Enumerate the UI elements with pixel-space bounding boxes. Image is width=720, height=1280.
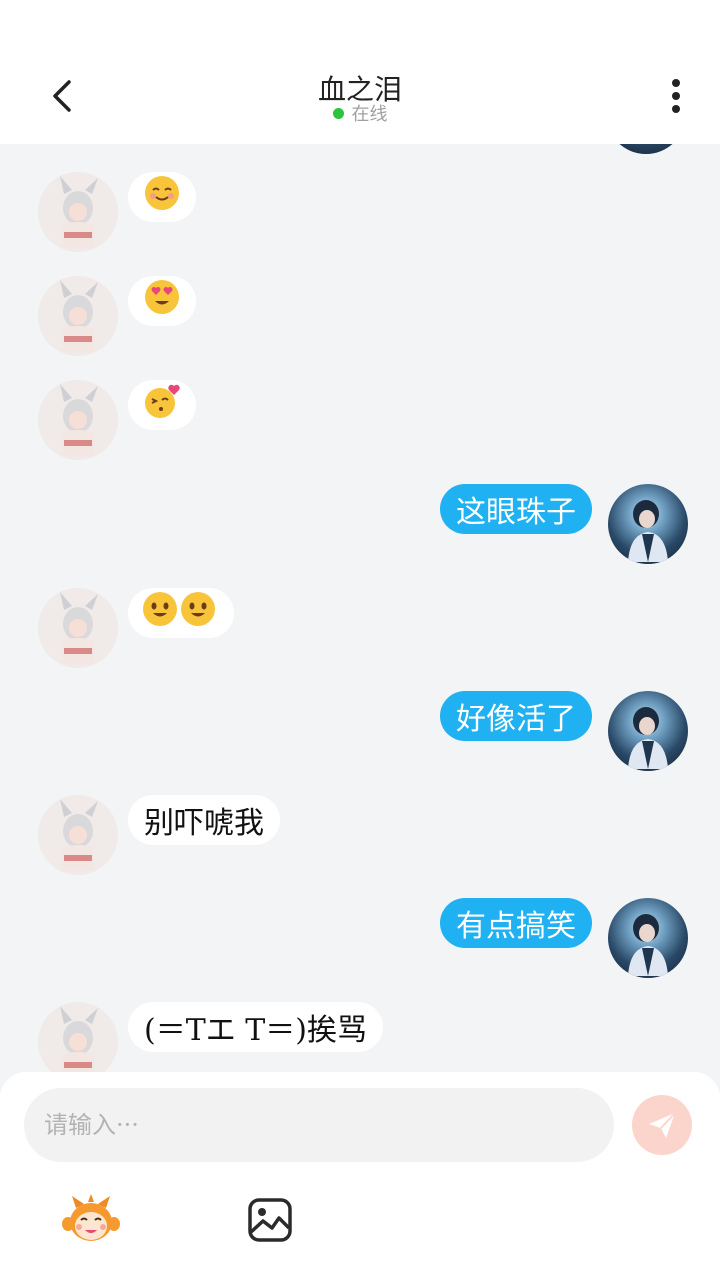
- self-avatar[interactable]: [608, 691, 688, 771]
- message-text: 别吓唬我: [144, 806, 264, 841]
- message-list[interactable]: 这眼珠子 好像活了 别吓唬我 有点搞笑 (＝Tエ T＝)挨骂: [0, 144, 720, 1074]
- message-text: 这眼珠子: [456, 495, 576, 530]
- self-avatar[interactable]: [608, 898, 688, 978]
- anime-girl-avatar-image: [60, 280, 98, 352]
- message-bubble[interactable]: 好像活了: [440, 691, 592, 741]
- smiling-face-emoji: [144, 175, 180, 219]
- contact-avatar[interactable]: [38, 380, 118, 460]
- anime-girl-avatar-image: [60, 176, 98, 248]
- more-vertical-icon: [672, 79, 680, 113]
- anime-girl-avatar-image: [60, 799, 98, 871]
- message-text: 有点搞笑: [456, 909, 576, 944]
- emoji-button[interactable]: [62, 1194, 120, 1246]
- paper-plane-icon: [649, 1112, 676, 1138]
- contact-avatar[interactable]: [38, 276, 118, 356]
- anime-boy-avatar-image: [628, 500, 668, 562]
- image-button[interactable]: [246, 1196, 294, 1244]
- online-dot-icon: [332, 108, 344, 119]
- message-bubble[interactable]: 有点搞笑: [440, 898, 592, 948]
- message-row: 好像活了: [0, 691, 720, 771]
- message-text: (＝Tエ T＝)挨骂: [144, 1013, 367, 1048]
- contact-avatar[interactable]: [38, 795, 118, 875]
- message-row: [0, 380, 720, 460]
- message-bubble[interactable]: 别吓唬我: [128, 795, 280, 845]
- self-avatar[interactable]: [608, 484, 688, 564]
- message-text: 好像活了: [456, 702, 576, 737]
- grinning-face-emoji: [179, 591, 217, 635]
- kissing-heart-emoji: [144, 383, 180, 427]
- image-icon: [248, 1198, 292, 1242]
- anime-girl-avatar-image: [60, 1006, 98, 1074]
- message-input[interactable]: [24, 1088, 614, 1162]
- grinning-face-emoji: [141, 591, 179, 635]
- anime-boy-avatar-image: [628, 707, 668, 769]
- anime-boy-avatar-image: [628, 914, 668, 976]
- chat-header: 血之泪 在线: [0, 0, 720, 144]
- message-bubble[interactable]: 这眼珠子: [440, 484, 592, 534]
- message-bubble[interactable]: [128, 380, 196, 430]
- message-row: (＝Tエ T＝)挨骂: [0, 1002, 720, 1074]
- heart-eyes-emoji: [144, 279, 180, 323]
- message-row: [0, 276, 720, 356]
- message-bubble[interactable]: [128, 588, 234, 638]
- contact-avatar[interactable]: [38, 172, 118, 252]
- message-row: [0, 172, 720, 252]
- send-button[interactable]: [632, 1095, 692, 1155]
- more-options-button[interactable]: [658, 74, 694, 118]
- anime-girl-avatar-image: [60, 384, 98, 456]
- contact-avatar[interactable]: [38, 1002, 118, 1074]
- message-row: 别吓唬我: [0, 795, 720, 875]
- message-row: [0, 588, 720, 668]
- online-status: 在线: [0, 100, 720, 126]
- message-bubble[interactable]: [128, 276, 196, 326]
- message-row: 这眼珠子: [0, 484, 720, 564]
- anime-girl-avatar-image: [60, 592, 98, 664]
- message-bubble[interactable]: [128, 172, 196, 222]
- message-row: 有点搞笑: [0, 898, 720, 978]
- input-panel: [0, 1072, 720, 1280]
- message-bubble[interactable]: (＝Tエ T＝)挨骂: [128, 1002, 383, 1052]
- online-status-label: 在线: [351, 104, 388, 125]
- monkey-emoji-icon: [62, 1194, 120, 1241]
- contact-avatar[interactable]: [38, 588, 118, 668]
- self-avatar[interactable]: [606, 144, 686, 154]
